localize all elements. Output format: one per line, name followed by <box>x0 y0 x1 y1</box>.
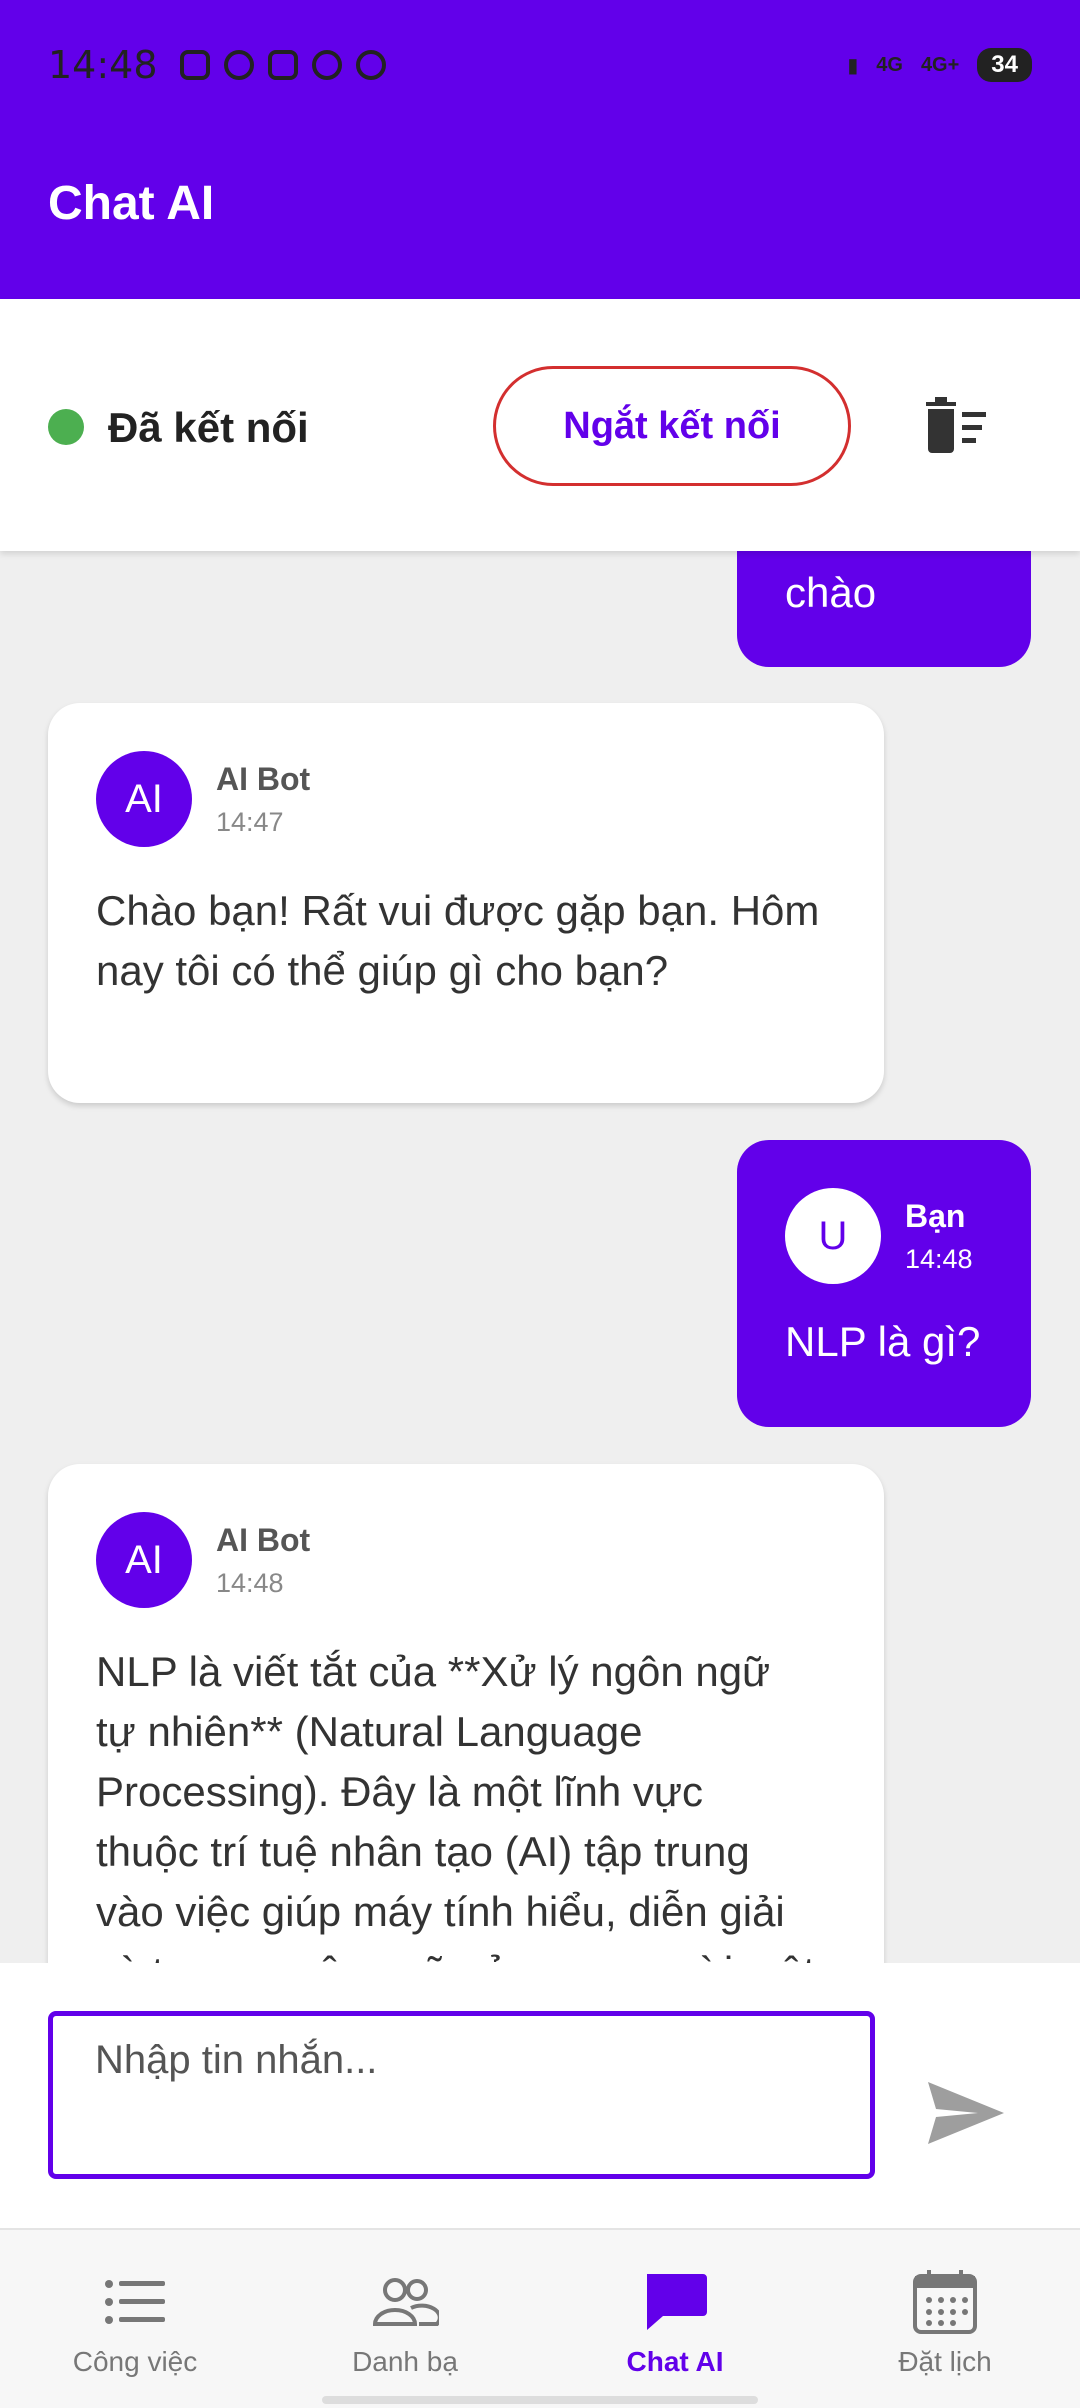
status-bar: 14:48 ▮ 4G 4G+ 34 <box>48 40 1032 90</box>
connection-status-dot <box>48 409 84 445</box>
list-icon <box>105 2280 165 2324</box>
message-time: 14:47 <box>216 807 284 837</box>
message-bubble-user: chào <box>737 551 1031 667</box>
message-time: 14:48 <box>216 1568 284 1598</box>
home-indicator <box>322 2396 758 2404</box>
status-time: 14:48 <box>48 43 158 87</box>
message-bubble-bot: AI AI Bot 14:48 NLP là viết tắt của **Xử… <box>48 1464 884 1963</box>
notification-icons <box>179 50 386 80</box>
app-bar: 14:48 ▮ 4G 4G+ 34 Chat AI <box>0 0 1080 299</box>
message-text: chào <box>785 569 877 616</box>
contacts-icon <box>372 2278 439 2326</box>
vpn-icon <box>355 50 386 80</box>
a-notification-icon <box>223 50 254 80</box>
nav-label: Chat AI <box>626 2346 724 2377</box>
calendar-icon <box>913 2270 977 2334</box>
bot-avatar: AI <box>96 751 192 847</box>
sender-name: Bạn <box>905 1198 966 1234</box>
hotspot-icon <box>311 50 342 80</box>
message-bubble-user: U Bạn 14:48 NLP là gì? <box>737 1140 1031 1427</box>
connection-status-label: Đã kết nối <box>108 404 309 451</box>
bottom-navigation: Công việc Danh bạ Chat AI Đặt lịch <box>0 2228 1080 2408</box>
message-text: NLP là viết tắt của **Xử lý ngôn ngữ tự … <box>96 1648 815 1963</box>
app-notification-icon <box>179 50 210 80</box>
message-bubble-bot: AI AI Bot 14:47 Chào bạn! Rất vui được g… <box>48 703 884 1103</box>
nav-label: Công việc <box>72 2346 198 2377</box>
message-text: Chào bạn! Rất vui được gặp bạn. Hôm nay … <box>96 887 820 994</box>
network-1: 4G <box>876 53 903 76</box>
sender-name: AI Bot <box>216 1522 311 1558</box>
user-avatar: U <box>785 1188 881 1284</box>
sender-name: AI Bot <box>216 761 311 797</box>
bot-avatar: AI <box>96 1512 192 1608</box>
nav-item-chat-ai[interactable]: Chat AI <box>540 2230 810 2408</box>
message-time: 14:48 <box>905 1244 973 1274</box>
nav-label: Danh bạ <box>352 2346 458 2377</box>
page-title: Chat AI <box>48 177 215 230</box>
message-text: NLP là gì? <box>785 1318 981 1365</box>
clear-chat-icon[interactable] <box>920 396 990 456</box>
message-input[interactable] <box>48 2011 875 2179</box>
nav-label: Đặt lịch <box>898 2346 992 2377</box>
status-right: ▮ 4G 4G+ 34 <box>847 48 1032 82</box>
send-icon[interactable] <box>926 2078 1006 2148</box>
network-2: 4G+ <box>920 53 960 76</box>
chat-messages: chào AI AI Bot 14:47 Chào bạn! Rất vui đ… <box>0 551 1080 1963</box>
disconnect-button[interactable]: Ngắt kết nối <box>493 366 851 486</box>
nav-item-cong-viec[interactable]: Công việc <box>0 2230 270 2408</box>
vibrate-icon: ▮ <box>847 54 859 77</box>
battery-indicator: 34 <box>977 48 1032 82</box>
nav-item-danh-ba[interactable]: Danh bạ <box>270 2230 540 2408</box>
youtube-icon <box>267 50 298 80</box>
nav-item-dat-lich[interactable]: Đặt lịch <box>810 2230 1080 2408</box>
chat-icon <box>647 2274 707 2330</box>
